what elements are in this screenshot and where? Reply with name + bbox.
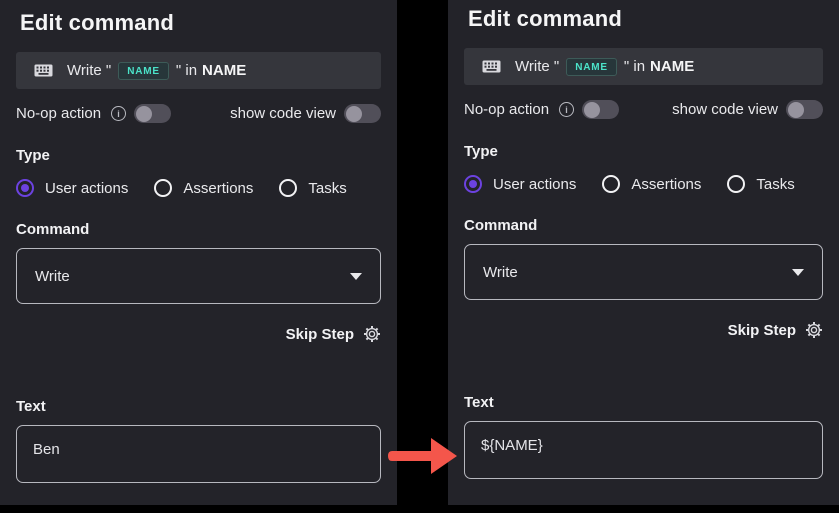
toggle-knob [346, 106, 362, 122]
code-view-label: show code view [672, 101, 778, 118]
toggles-row: No-op action i show code view [16, 104, 381, 123]
gear-icon[interactable] [805, 321, 823, 339]
toggle-knob [584, 102, 600, 118]
command-summary-text: Write " NAME " in NAME [515, 58, 694, 76]
noop-label: No-op action [464, 101, 549, 118]
noop-toggle[interactable] [582, 100, 619, 119]
command-prefix: Write " [67, 62, 111, 79]
gear-icon[interactable] [363, 325, 381, 343]
radio-label: User actions [45, 180, 128, 197]
edit-command-panel-after: Edit command Write " NAME " in NAME No-o… [448, 0, 839, 505]
toggle-knob [136, 106, 152, 122]
type-section-label: Type [464, 143, 823, 160]
radio-label: Tasks [308, 180, 346, 197]
command-middle: " in [624, 58, 645, 75]
screenshot-stage: Edit command Write " NAME " in NAME No-o… [0, 0, 839, 513]
command-dropdown-value: Write [483, 264, 518, 281]
text-section-label: Text [16, 398, 381, 415]
command-section-label: Command [464, 217, 823, 234]
type-radio-group: User actions Assertions Tasks [16, 179, 381, 197]
code-view-label: show code view [230, 105, 336, 122]
radio-icon[interactable] [602, 175, 620, 193]
command-prefix: Write " [515, 58, 559, 75]
radio-label: Tasks [756, 176, 794, 193]
type-section-label: Type [16, 147, 381, 164]
skip-step-row: Skip Step [16, 325, 381, 343]
radio-icon[interactable] [727, 175, 745, 193]
text-input[interactable]: Ben [16, 425, 381, 483]
command-summary-bar[interactable]: Write " NAME " in NAME [464, 48, 823, 85]
text-input[interactable]: ${NAME} [464, 421, 823, 479]
command-summary-bar[interactable]: Write " NAME " in NAME [16, 52, 381, 89]
radio-assertions[interactable]: Assertions [154, 179, 253, 197]
radio-selected-icon[interactable] [16, 179, 34, 197]
radio-user-actions[interactable]: User actions [464, 175, 576, 193]
radio-label: Assertions [183, 180, 253, 197]
radio-label: User actions [493, 176, 576, 193]
code-view-toggle[interactable] [344, 104, 381, 123]
radio-assertions[interactable]: Assertions [602, 175, 701, 193]
command-middle: " in [176, 62, 197, 79]
radio-tasks[interactable]: Tasks [727, 175, 794, 193]
noop-label: No-op action [16, 105, 101, 122]
edit-command-panel-before: Edit command Write " NAME " in NAME No-o… [0, 0, 397, 505]
toggles-row: No-op action i show code view [464, 100, 823, 119]
command-dropdown[interactable]: Write [464, 244, 823, 300]
type-radio-group: User actions Assertions Tasks [464, 175, 823, 193]
command-dropdown-value: Write [35, 268, 70, 285]
variable-badge[interactable]: NAME [566, 58, 617, 76]
red-arrow-icon [387, 435, 459, 477]
page-title: Edit command [20, 10, 377, 36]
command-dropdown[interactable]: Write [16, 248, 381, 304]
radio-label: Assertions [631, 176, 701, 193]
command-target: NAME [202, 62, 246, 79]
skip-step-row: Skip Step [464, 321, 823, 339]
arrow-shape [388, 438, 457, 474]
skip-step-label: Skip Step [286, 326, 354, 343]
keyboard-icon [34, 64, 53, 77]
command-summary-text: Write " NAME " in NAME [67, 62, 246, 80]
variable-badge[interactable]: NAME [118, 62, 169, 80]
info-icon[interactable]: i [111, 106, 126, 121]
command-section-label: Command [16, 221, 381, 238]
chevron-down-icon [350, 273, 362, 280]
noop-toggle[interactable] [134, 104, 171, 123]
radio-icon[interactable] [279, 179, 297, 197]
info-icon[interactable]: i [559, 102, 574, 117]
toggle-knob [788, 102, 804, 118]
page-title: Edit command [468, 6, 819, 32]
radio-user-actions[interactable]: User actions [16, 179, 128, 197]
command-target: NAME [650, 58, 694, 75]
radio-tasks[interactable]: Tasks [279, 179, 346, 197]
text-section-label: Text [464, 394, 823, 411]
skip-step-label: Skip Step [728, 322, 796, 339]
keyboard-icon [482, 60, 501, 73]
radio-icon[interactable] [154, 179, 172, 197]
code-view-toggle[interactable] [786, 100, 823, 119]
radio-selected-icon[interactable] [464, 175, 482, 193]
chevron-down-icon [792, 269, 804, 276]
